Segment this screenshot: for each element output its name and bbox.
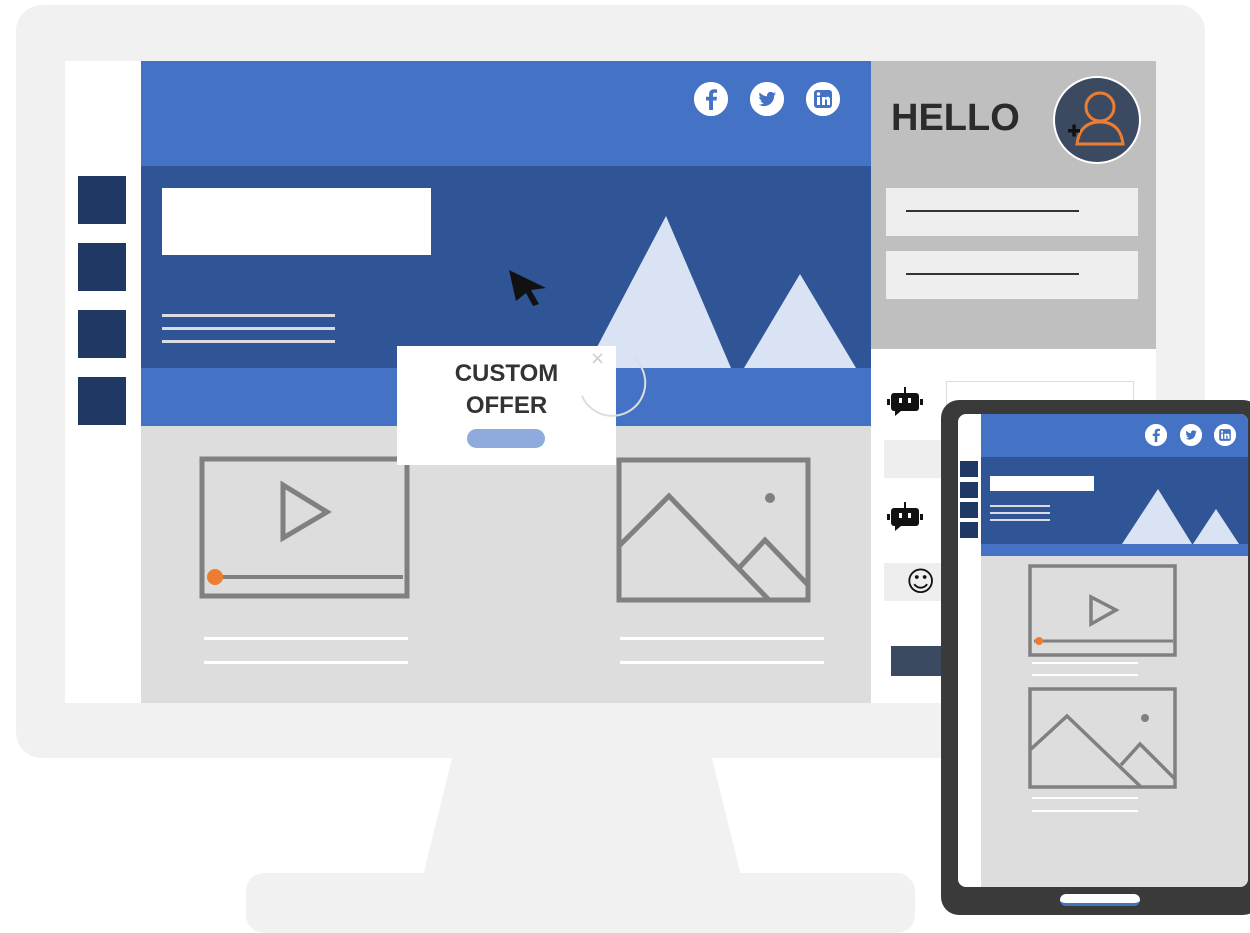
smiley-icon: ☺ <box>906 565 936 598</box>
tablet-hero-banner <box>981 457 1248 544</box>
input-field[interactable] <box>886 251 1138 299</box>
facebook-icon[interactable] <box>1145 424 1167 446</box>
sidebar-item-1[interactable] <box>960 461 978 477</box>
monitor-base <box>246 873 915 933</box>
sidebar-item-4[interactable] <box>78 377 126 425</box>
mountains-illustration <box>586 216 856 368</box>
image-placeholder-icon[interactable] <box>1028 687 1178 793</box>
twitter-icon[interactable] <box>750 82 784 116</box>
top-header-bar <box>141 61 871 166</box>
video-player-icon[interactable] <box>199 456 413 600</box>
offer-button[interactable] <box>467 429 545 448</box>
loading-spinner-icon <box>581 357 647 417</box>
user-add-icon[interactable] <box>1053 76 1141 164</box>
caption-line <box>1032 662 1138 664</box>
mountains-illustration <box>1122 489 1239 544</box>
sidebar-item-2[interactable] <box>78 243 126 291</box>
greeting-text: HELLO <box>891 97 1020 139</box>
tablet-main-content <box>981 414 1248 887</box>
caption-line <box>204 637 408 640</box>
sidebar-item-3[interactable] <box>78 310 126 358</box>
facebook-icon[interactable] <box>694 82 728 116</box>
caption-line <box>620 637 824 640</box>
linkedin-icon[interactable] <box>806 82 840 116</box>
chatbot-icon <box>887 502 923 531</box>
tablet-home-button[interactable] <box>1060 894 1140 906</box>
mouse-cursor-icon <box>509 270 546 306</box>
sidebar-item-4[interactable] <box>960 522 978 538</box>
caption-line <box>1032 674 1138 676</box>
tablet-screen <box>958 414 1248 887</box>
profile-panel: HELLO <box>871 61 1156 349</box>
hero-banner <box>141 166 871 368</box>
tablet-hero-bottom-band <box>981 544 1248 556</box>
input-field[interactable] <box>886 188 1138 236</box>
sidebar-item-3[interactable] <box>960 502 978 518</box>
caption-line <box>1032 797 1138 799</box>
sidebar-item-1[interactable] <box>78 176 126 224</box>
tablet-device <box>941 400 1250 915</box>
twitter-icon[interactable] <box>1180 424 1202 446</box>
image-placeholder-icon[interactable] <box>615 456 815 606</box>
tablet-header-bar <box>981 414 1248 457</box>
video-player-icon[interactable] <box>1028 564 1178 659</box>
chatbot-icon <box>887 387 923 416</box>
linkedin-icon[interactable] <box>1214 424 1236 446</box>
sidebar-item-2[interactable] <box>960 482 978 498</box>
caption-line <box>1032 810 1138 812</box>
caption-line <box>204 661 408 664</box>
caption-line <box>620 661 824 664</box>
